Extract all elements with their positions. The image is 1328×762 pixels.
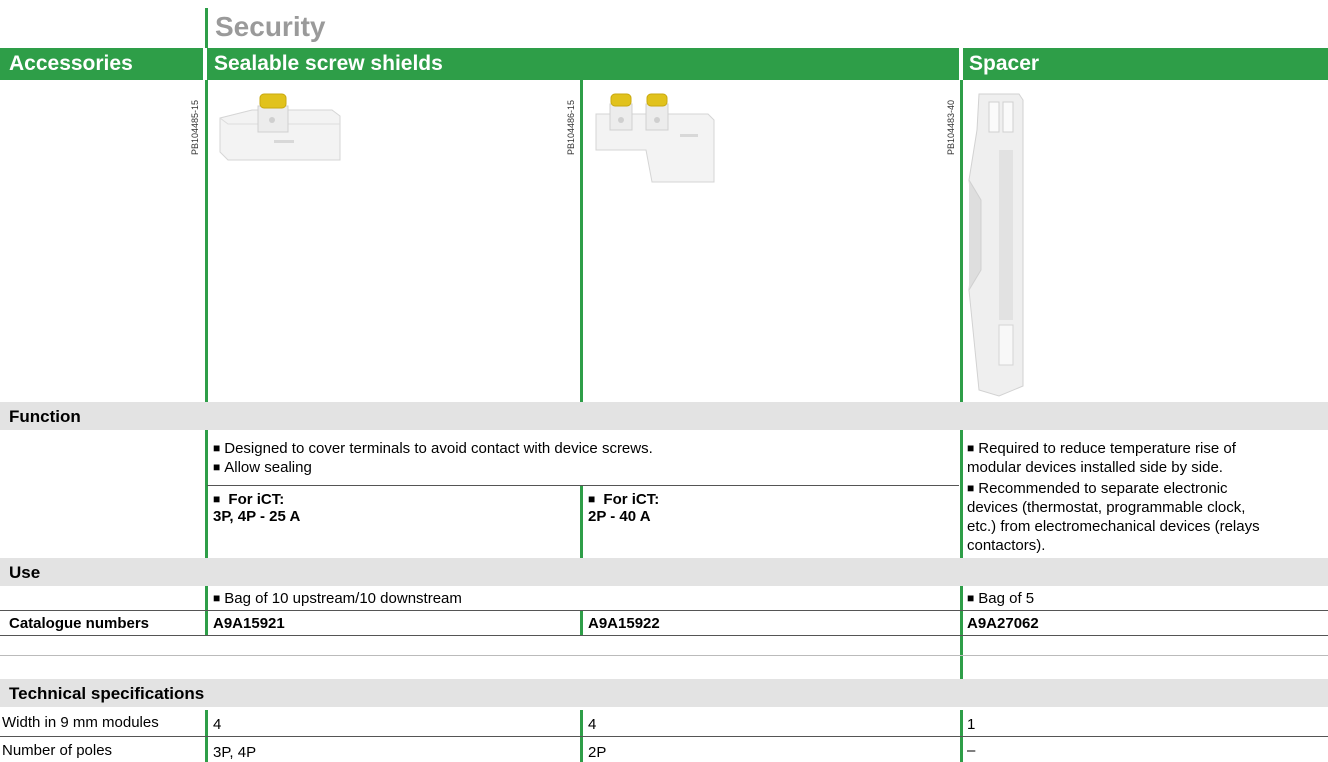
spacer-desc-p2-l3: etc.) from electromechanical devices (re… — [967, 518, 1260, 535]
bullet-icon: ■ — [213, 441, 221, 455]
function-section-bar — [0, 402, 1328, 430]
bullet-icon: ■ — [213, 492, 221, 506]
title-divider — [205, 8, 208, 48]
spacer-desc-p2-l4: contactors). — [967, 537, 1046, 554]
image-divider-3 — [960, 80, 963, 402]
use-divider-2 — [960, 586, 963, 610]
function-divider-3 — [580, 486, 583, 510]
tech-row-poles-v3: – — [967, 742, 976, 759]
use-section-bar — [0, 558, 1328, 586]
screw-shield-3p-4p-image — [219, 93, 341, 161]
header-sealable-screw-shields: Sealable screw shields — [214, 52, 443, 75]
image-ref-3: PB104483-40 — [946, 99, 956, 155]
catalogue-bottom-line — [0, 635, 1328, 636]
spacer-row-line — [0, 655, 1328, 656]
section-title: Security — [215, 11, 326, 42]
tech-row-width-label: Width in 9 mm modules — [2, 714, 159, 731]
function-divider-3b — [960, 510, 963, 558]
use-spacer: ■ Bag of 5 — [967, 590, 1035, 607]
bullet-icon: ■ — [213, 591, 221, 605]
function-divider-2 — [960, 430, 963, 510]
tech-row-poles-v2: 2P — [588, 744, 607, 761]
catalogue-divider-2 — [580, 611, 583, 635]
spacer-desc-p1-l2: modular devices installed side by side. — [967, 459, 1223, 476]
function-divider-1 — [205, 430, 208, 510]
catalogue-number-3: A9A27062 — [967, 615, 1039, 632]
bullet-icon: ■ — [967, 591, 975, 605]
catalogue-number-1: A9A15921 — [213, 615, 285, 632]
image-divider-2 — [580, 80, 583, 402]
tech-row-width-v1: 4 — [213, 716, 222, 733]
tech-row-poles-label: Number of poles — [2, 742, 113, 759]
use-divider-1 — [205, 586, 208, 610]
spacer-desc-p2-l1: ■ Recommended to separate electronic — [967, 480, 1228, 497]
shields-desc-line1: ■ Designed to cover terminals to avoid co… — [213, 440, 653, 457]
function-divider-2b — [580, 510, 583, 558]
image-divider-1 — [205, 80, 208, 402]
spacer-image — [968, 93, 1024, 397]
function-subrow-line — [207, 485, 959, 486]
tech-row-width-v2: 4 — [588, 716, 597, 733]
use-heading: Use — [9, 563, 41, 582]
catalogue-divider-1 — [205, 611, 208, 635]
shield1-spec: 3P, 4P - 25 A — [213, 508, 301, 525]
header-spacer: Spacer — [969, 52, 1040, 75]
function-heading: Function — [9, 407, 81, 426]
bullet-icon: ■ — [588, 492, 596, 506]
technical-heading: Technical specifications — [9, 684, 205, 703]
shields-desc-line2: ■ Allow sealing — [213, 459, 312, 476]
image-ref-2: PB104486-15 — [566, 99, 576, 155]
spacer-desc-p2-l2: devices (thermostat, programmable clock, — [967, 499, 1246, 516]
tech-row-line — [0, 736, 1328, 737]
tech-row-poles-v1: 3P, 4P — [213, 744, 257, 761]
shield1-for: ■ For iCT: — [213, 491, 285, 508]
shield2-for: ■ For iCT: — [588, 491, 660, 508]
use-shields: ■ Bag of 10 upstream/10 downstream — [213, 590, 462, 607]
bullet-icon: ■ — [967, 481, 975, 495]
tech-row-width-v3: 1 — [967, 716, 976, 733]
catalogue-number-2: A9A15922 — [588, 615, 660, 632]
bullet-icon: ■ — [213, 460, 221, 474]
spacer-desc-p1-l1: ■ Required to reduce temperature rise of — [967, 440, 1236, 457]
catalogue-label: Catalogue numbers — [9, 615, 150, 632]
catalogue-top-line — [0, 610, 1328, 611]
screw-shield-2p-image — [595, 93, 715, 183]
image-ref-1: PB104485-15 — [190, 99, 200, 155]
catalogue-divider-3 — [960, 611, 963, 679]
header-accessories: Accessories — [9, 52, 133, 75]
shield2-spec: 2P - 40 A — [588, 508, 651, 525]
function-divider-1b — [205, 510, 208, 558]
bullet-icon: ■ — [967, 441, 975, 455]
